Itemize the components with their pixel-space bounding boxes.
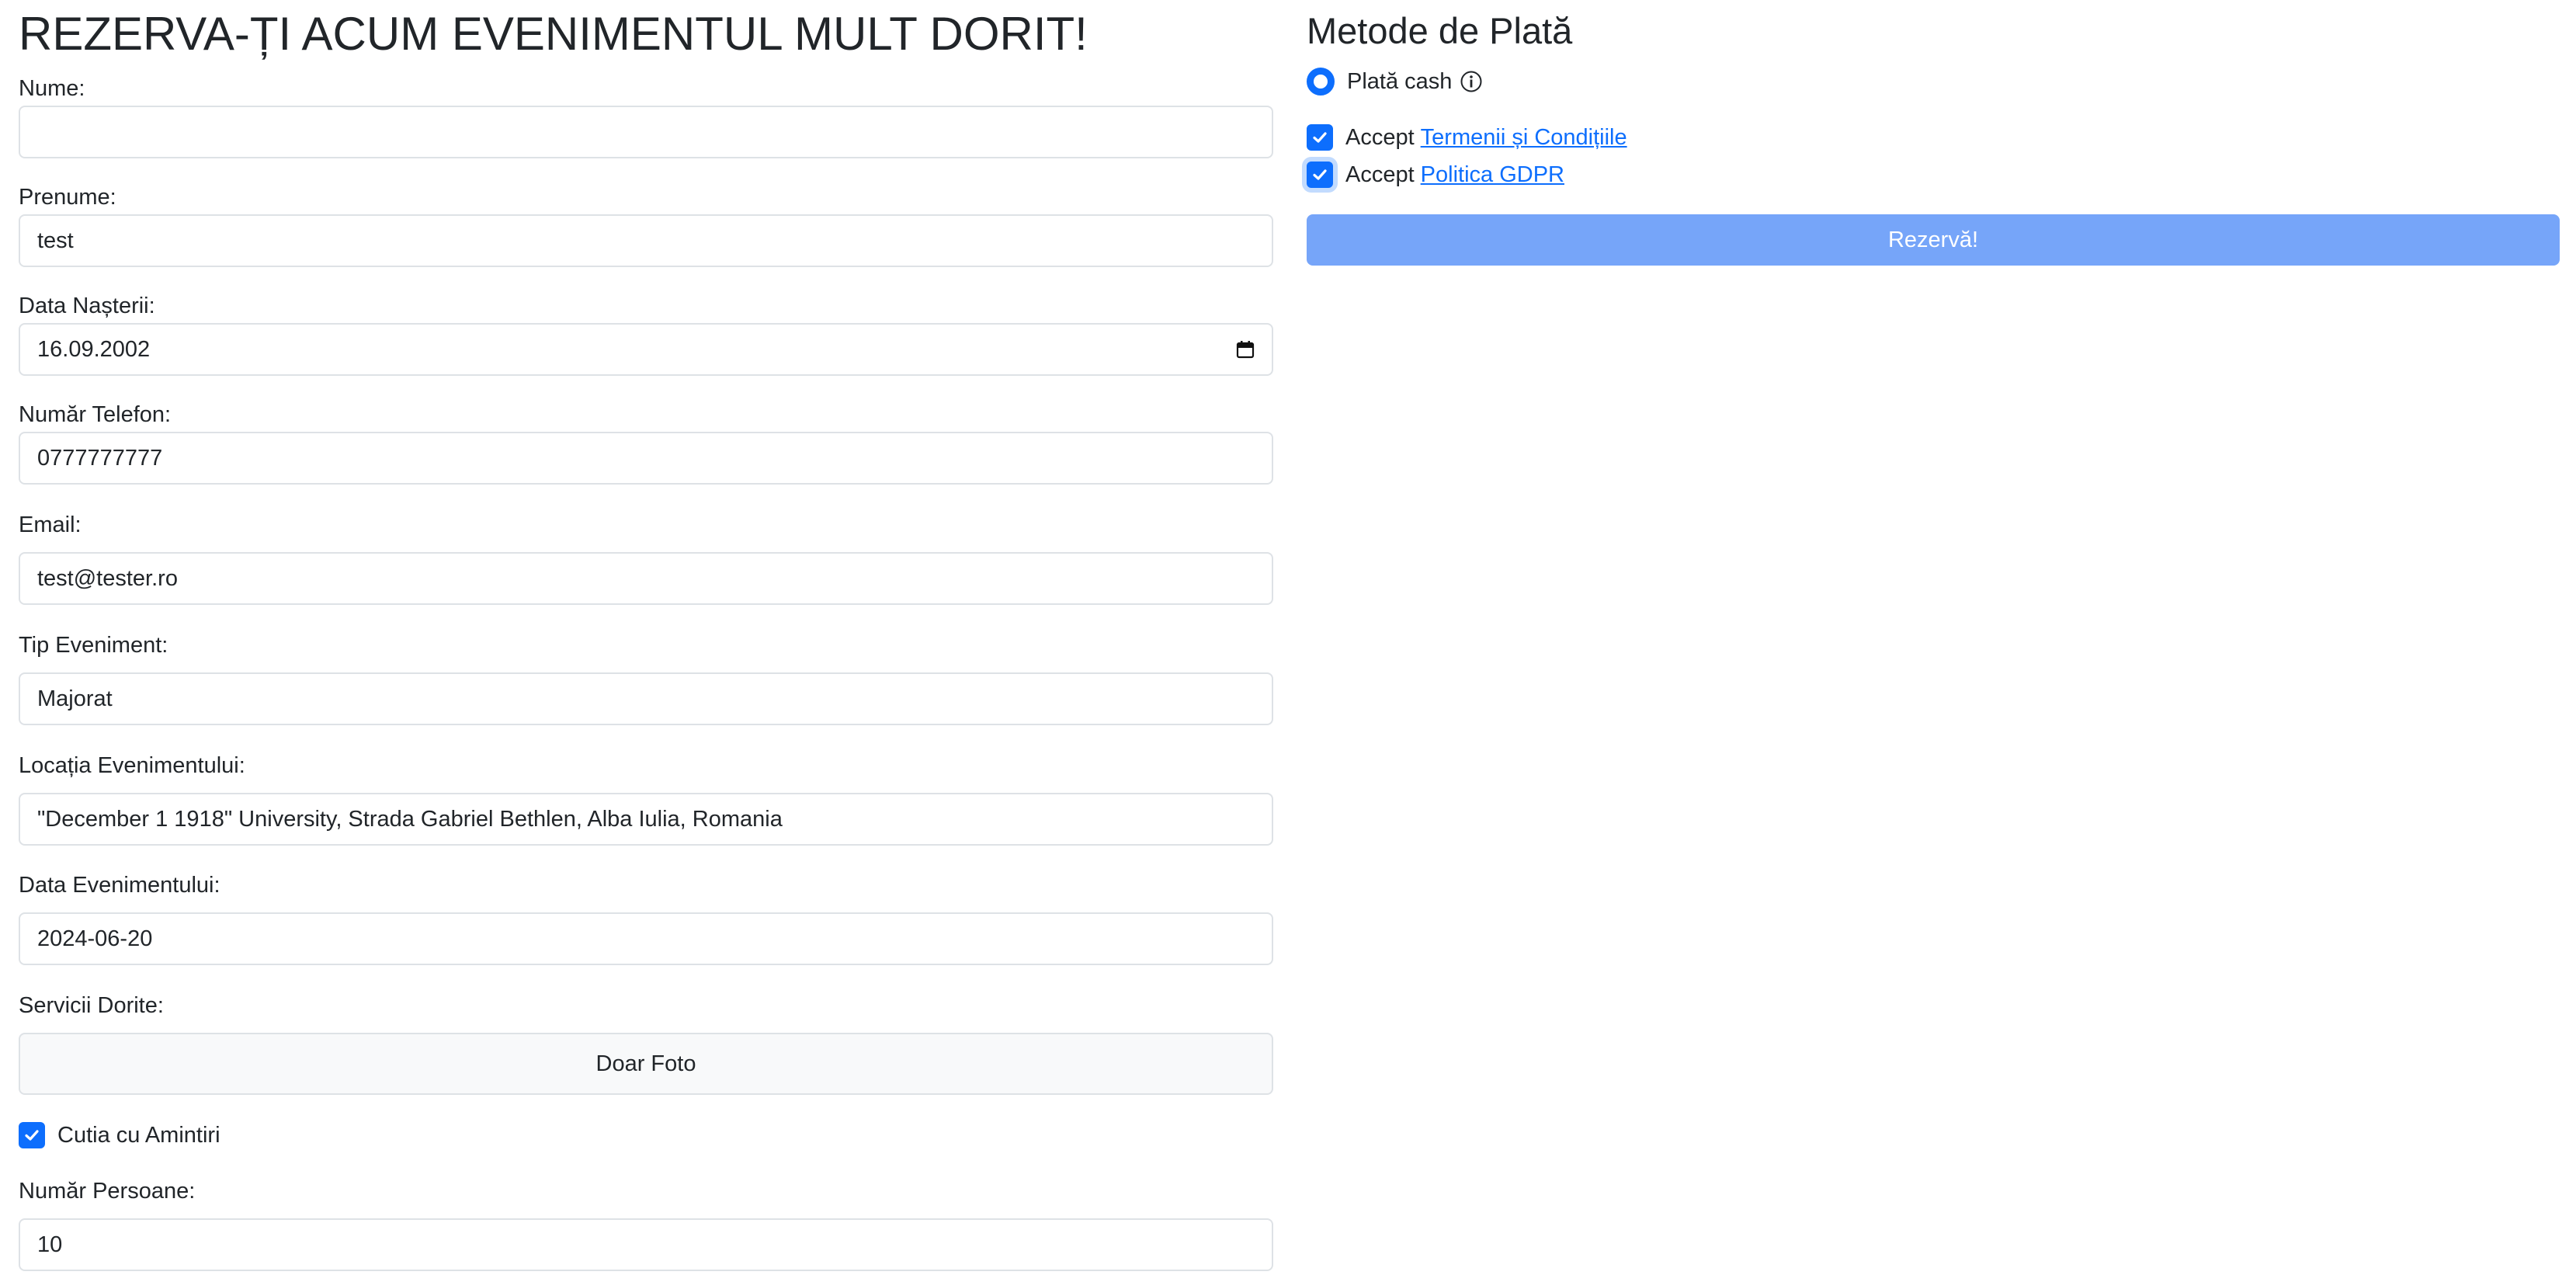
cash-label: Plată cash: [1347, 69, 1453, 94]
tip-eveniment-label: Tip Eveniment:: [19, 633, 168, 658]
telefon-input[interactable]: 0777777777: [19, 432, 1273, 485]
cash-radio[interactable]: [1307, 68, 1335, 96]
email-input[interactable]: test@tester.ro: [19, 552, 1273, 605]
nume-input[interactable]: [19, 106, 1273, 158]
data-nasterii-label: Data Nașterii:: [19, 294, 155, 318]
checkmark-icon: [1313, 132, 1327, 143]
cutia-label: Cutia cu Amintiri: [57, 1123, 220, 1148]
email-label: Email:: [19, 512, 82, 537]
gdpr-checkbox-row[interactable]: Accept Politica GDPR: [1307, 160, 1564, 189]
telefon-label: Număr Telefon:: [19, 402, 172, 427]
cash-radio-row[interactable]: Plată cash: [1307, 67, 1483, 96]
calendar-icon[interactable]: [1236, 340, 1255, 359]
checkmark-icon: [1313, 169, 1327, 180]
doar-foto-button[interactable]: Doar Foto: [19, 1033, 1273, 1095]
cutia-checkbox-row[interactable]: Cutia cu Amintiri: [19, 1120, 220, 1150]
locatia-input[interactable]: "December 1 1918" University, Strada Gab…: [19, 793, 1273, 846]
gdpr-checkbox[interactable]: [1307, 162, 1333, 188]
data-nasterii-input[interactable]: 16.09.2002: [19, 323, 1273, 376]
gdpr-link[interactable]: Politica GDPR: [1421, 161, 1564, 189]
terms-prefix: Accept: [1345, 125, 1415, 150]
terms-link[interactable]: Termenii și Condițiile: [1421, 123, 1627, 151]
tip-eveniment-input[interactable]: Majorat: [19, 672, 1273, 725]
nume-label: Nume:: [19, 76, 85, 101]
gdpr-prefix: Accept: [1345, 162, 1415, 187]
terms-checkbox[interactable]: [1307, 124, 1333, 151]
data-evenimentului-label: Data Evenimentului:: [19, 873, 220, 898]
data-nasterii-value: 16.09.2002: [37, 337, 151, 362]
page-title: REZERVA-ȚI ACUM EVENIMENTUL MULT DORIT!: [19, 8, 1088, 60]
persoane-label: Număr Persoane:: [19, 1179, 196, 1204]
info-icon[interactable]: [1460, 70, 1483, 93]
prenume-input[interactable]: test: [19, 214, 1273, 267]
data-evenimentului-input[interactable]: 2024-06-20: [19, 912, 1273, 965]
rezerva-button[interactable]: Rezervă!: [1307, 214, 2560, 266]
reservation-page: REZERVA-ȚI ACUM EVENIMENTUL MULT DORIT! …: [0, 0, 2576, 1282]
prenume-label: Prenume:: [19, 185, 116, 210]
locatia-label: Locația Evenimentului:: [19, 753, 245, 778]
checkmark-icon: [25, 1130, 39, 1141]
persoane-input[interactable]: 10: [19, 1218, 1273, 1271]
servicii-label: Servicii Dorite:: [19, 993, 164, 1018]
cutia-checkbox[interactable]: [19, 1122, 45, 1148]
payment-title: Metode de Plată: [1307, 10, 1573, 51]
terms-checkbox-row[interactable]: Accept Termenii și Condițiile: [1307, 123, 1627, 152]
